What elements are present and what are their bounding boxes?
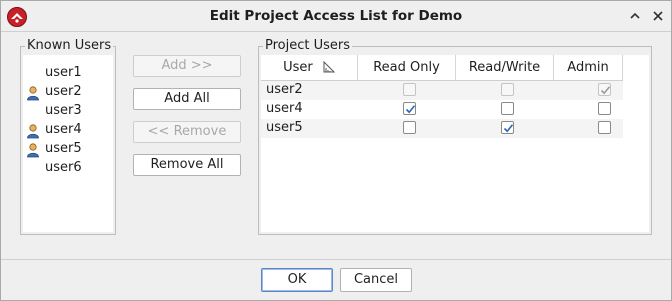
table-cell-user: user2 [266, 82, 303, 97]
column-header-admin[interactable]: Admin [554, 55, 623, 80]
list-item-user3[interactable]: user3 [23, 102, 113, 121]
footer-divider [1, 259, 671, 260]
column-header-label: User [283, 60, 313, 75]
dialog-content: Known Users user1 user2 user3 user4 user… [1, 32, 671, 258]
read-only-checkbox[interactable] [403, 102, 416, 115]
list-item-label: user5 [45, 141, 82, 156]
list-item-user5[interactable]: user5 [23, 140, 113, 159]
list-item-user1[interactable]: user1 [23, 64, 113, 83]
list-item-label: user4 [45, 122, 82, 137]
title-bar: Edit Project Access List for Demo [1, 1, 671, 32]
column-header-read-write[interactable]: Read/Write [456, 55, 554, 80]
known-users-group: Known Users user1 user2 user3 user4 user… [20, 38, 116, 235]
read-only-checkbox[interactable] [403, 83, 416, 96]
cancel-button[interactable]: Cancel [340, 268, 412, 292]
project-users-label: Project Users [263, 38, 353, 54]
add-all-button[interactable]: Add All [133, 88, 241, 110]
table-cell-user: user4 [266, 101, 303, 116]
table-row[interactable]: user2 [261, 81, 623, 100]
list-item-user2[interactable]: user2 [23, 83, 113, 102]
project-users-table: User Read Only Read/Write Admin user2 us… [261, 55, 649, 232]
list-item-label: user6 [45, 160, 82, 175]
add-button[interactable]: Add >> [133, 55, 241, 77]
close-icon[interactable] [651, 9, 665, 23]
project-users-group: Project Users User Read Only Read/Write … [258, 38, 652, 235]
known-users-list[interactable]: user1 user2 user3 user4 user5 user6 [23, 55, 113, 232]
table-row[interactable]: user5 [261, 119, 623, 138]
column-header-user[interactable]: User [261, 55, 358, 80]
list-item-label: user3 [45, 103, 82, 118]
read-write-checkbox[interactable] [501, 121, 514, 134]
table-row[interactable]: user4 [261, 100, 623, 119]
table-header: User Read Only Read/Write Admin [261, 55, 623, 81]
minimize-chevron-icon[interactable] [628, 9, 642, 23]
person-icon [26, 85, 40, 101]
person-icon [26, 123, 40, 139]
read-write-checkbox[interactable] [501, 83, 514, 96]
list-item-user6[interactable]: user6 [23, 159, 113, 178]
person-icon [26, 142, 40, 158]
ok-button[interactable]: OK [261, 268, 333, 292]
sort-ascending-icon [323, 60, 336, 77]
table-cell-user: user5 [266, 120, 303, 135]
remove-button[interactable]: << Remove [133, 121, 241, 143]
read-only-checkbox[interactable] [403, 121, 416, 134]
window-title: Edit Project Access List for Demo [209, 8, 463, 24]
admin-checkbox[interactable] [598, 102, 611, 115]
admin-checkbox[interactable] [598, 83, 611, 96]
admin-checkbox[interactable] [598, 121, 611, 134]
known-users-label: Known Users [25, 38, 114, 54]
list-item-user4[interactable]: user4 [23, 121, 113, 140]
dialog-window: Edit Project Access List for Demo Known … [0, 0, 672, 301]
read-write-checkbox[interactable] [501, 102, 514, 115]
list-item-label: user1 [45, 65, 82, 80]
column-header-read-only[interactable]: Read Only [358, 55, 456, 80]
remove-all-button[interactable]: Remove All [133, 154, 241, 176]
list-item-label: user2 [45, 84, 82, 99]
